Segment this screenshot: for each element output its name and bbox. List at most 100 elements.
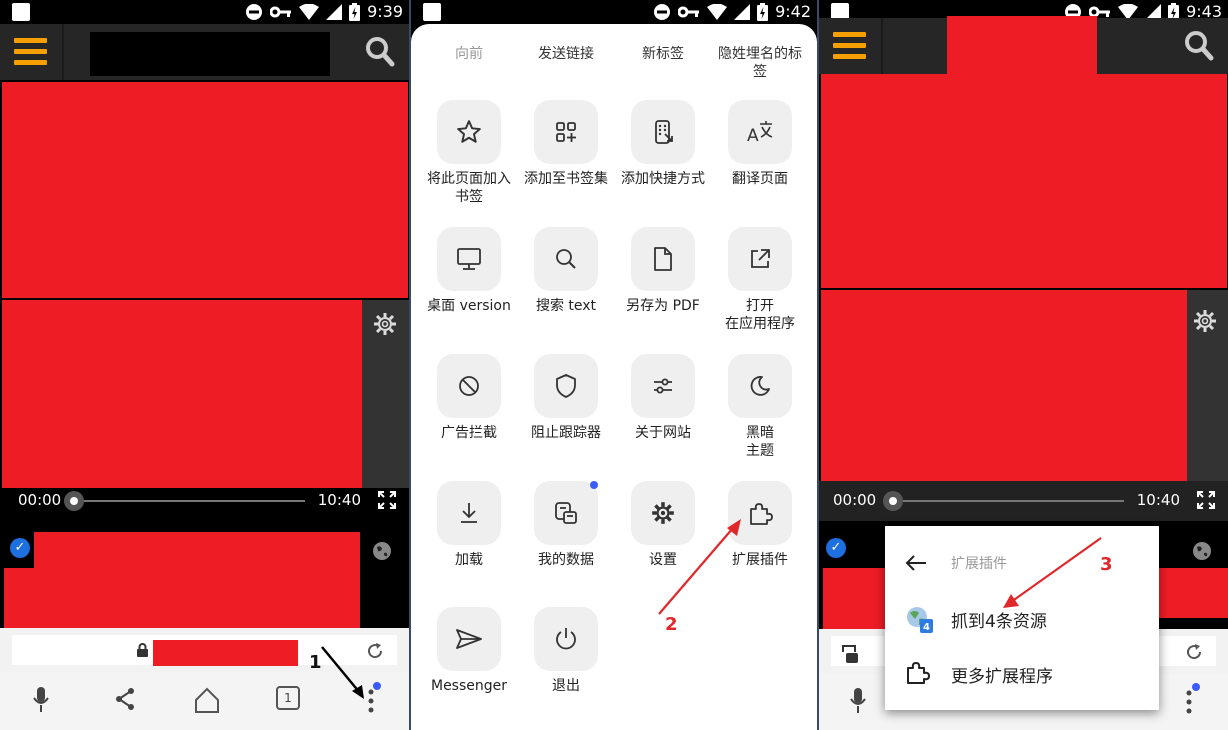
video-total-time: 10:40: [1136, 491, 1180, 509]
reload-icon[interactable]: [366, 642, 384, 660]
redacted-content: [821, 74, 1227, 288]
open-external-icon: [751, 249, 770, 268]
search-icon: [556, 249, 576, 269]
vpn-key-icon: [270, 5, 292, 19]
status-bar: 9:39: [0, 0, 409, 24]
menu-item-site-info[interactable]: 关于网站: [615, 354, 711, 442]
video-seek-handle[interactable]: [883, 491, 903, 511]
menu-item-downloads[interactable]: 加载: [421, 481, 517, 569]
video-settings-gear-icon[interactable]: [1193, 309, 1217, 333]
divider: [62, 24, 64, 80]
sliders-icon: [654, 378, 672, 394]
menu-item-translate-page[interactable]: A 翻译页面: [712, 100, 808, 188]
notification-dot: [1192, 683, 1200, 691]
lock-icon: [137, 643, 148, 657]
menu-item-messenger[interactable]: Messenger: [421, 607, 517, 695]
more-extensions-item[interactable]: 更多扩展程序: [885, 648, 1159, 698]
menu-label: 打开 在应用程序: [725, 298, 795, 332]
menu-label: 阻止跟踪器: [531, 425, 601, 441]
microphone-icon[interactable]: [32, 686, 50, 714]
pdf-icon: [654, 247, 672, 271]
redacted-title: [90, 32, 330, 76]
menu-item-open-in-app[interactable]: 打开 在应用程序: [712, 227, 808, 333]
video-current-time: 00:00: [833, 491, 877, 509]
battery-icon: [349, 2, 361, 21]
menu-item-save-as-pdf[interactable]: 另存为 PDF: [615, 227, 711, 315]
home-icon[interactable]: [193, 686, 221, 714]
redacted-video: [2, 300, 362, 488]
screenshot-panel-3: 9:43 00:00 10:40 ✓ 扩展插件 4 抓到4条资源 更多扩展程序 …: [819, 0, 1228, 730]
menu-label: 退出: [552, 678, 580, 694]
menu-label: 搜索 text: [535, 298, 597, 314]
menu-item-my-data[interactable]: 我的数据: [518, 481, 614, 569]
site-header: [0, 24, 409, 80]
menu-item-incognito-tab[interactable]: 隐姓埋名的标签: [712, 45, 808, 81]
menu-item-ad-block[interactable]: 广告拦截: [421, 354, 517, 442]
divider: [881, 18, 883, 74]
menu-label: 翻译页面: [732, 171, 788, 187]
redacted-content: [2, 82, 408, 298]
tab-counter[interactable]: 1: [276, 686, 300, 710]
menu-item-find-in-page[interactable]: 搜索 text: [518, 227, 614, 315]
video-seek-handle[interactable]: [64, 491, 84, 511]
menu-item-tracker-block[interactable]: 阻止跟踪器: [518, 354, 614, 442]
dnd-icon: [653, 3, 671, 21]
video-settings-gear-icon[interactable]: [373, 312, 397, 336]
menu-hamburger-icon[interactable]: [14, 38, 47, 66]
signal-icon: [326, 3, 343, 20]
annotation-number: 2: [665, 614, 678, 635]
notification-dot: [590, 481, 598, 489]
video-current-time: 00:00: [18, 491, 62, 509]
redacted-title: [947, 16, 1097, 74]
annotation-arrow: [658, 519, 741, 615]
notification-icon: [12, 3, 30, 21]
search-icon[interactable]: [365, 36, 395, 68]
menu-item-add-shortcut[interactable]: 添加快捷方式: [615, 100, 711, 188]
menu-label: 另存为 PDF: [626, 298, 700, 314]
share-icon[interactable]: [114, 686, 136, 712]
status-time: 9:42: [775, 2, 811, 21]
redacted-description: [4, 568, 360, 630]
menu-item-add-to-collection[interactable]: 添加至书签集: [518, 100, 614, 188]
fullscreen-icon[interactable]: [377, 490, 397, 510]
wifi-icon: [299, 3, 320, 20]
back-arrow-icon[interactable]: [905, 554, 927, 572]
power-icon: [556, 628, 576, 650]
menu-label: 我的数据: [538, 552, 594, 568]
site-permissions-icon[interactable]: [839, 642, 861, 664]
globe-icon[interactable]: [372, 541, 392, 561]
annotation-number: 3: [1100, 554, 1113, 575]
menu-item-desktop-version[interactable]: 桌面 version: [421, 227, 517, 315]
block-icon: [459, 376, 479, 396]
redacted-description: [1159, 568, 1228, 618]
menu-item-new-tab[interactable]: 新标签: [615, 45, 711, 63]
send-icon: [456, 629, 482, 649]
wifi-icon: [707, 3, 728, 20]
video-seekbar[interactable]: [76, 500, 305, 502]
verified-check-icon: ✓: [826, 538, 846, 558]
verified-check-icon: ✓: [10, 538, 30, 558]
menu-label: 添加至书签集: [524, 171, 608, 187]
search-icon[interactable]: [1184, 30, 1214, 62]
menu-item-send-link[interactable]: 发送链接: [518, 45, 614, 63]
menu-label: 黑暗 主题: [746, 425, 774, 459]
browser-menu-sheet: 向前 发送链接 新标签 隐姓埋名的标签 将此页面加入书签 添加至书签集 添加快捷…: [411, 24, 817, 730]
menu-item-forward[interactable]: 向前: [421, 45, 517, 63]
menu-hamburger-icon[interactable]: [833, 32, 866, 60]
video-seekbar[interactable]: [895, 500, 1124, 502]
menu-item-bookmark-page[interactable]: 将此页面加入书签: [421, 100, 517, 206]
globe-icon[interactable]: [1192, 541, 1212, 561]
microphone-icon[interactable]: [849, 687, 867, 715]
reload-icon[interactable]: [1185, 643, 1203, 661]
annotation-arrow: [1003, 537, 1102, 608]
menu-label: 关于网站: [635, 425, 691, 441]
notification-icon: [423, 3, 441, 21]
menu-item-exit[interactable]: 退出: [518, 607, 614, 695]
redacted-title-line: [34, 532, 360, 572]
menu-item-dark-theme[interactable]: 黑暗 主题: [712, 354, 808, 460]
video-controls: 00:00 10:40: [819, 481, 1228, 521]
menu-label: 广告拦截: [441, 425, 497, 441]
menu-label: 将此页面加入书签: [427, 171, 511, 205]
resource-count-badge: 4: [923, 622, 930, 633]
fullscreen-icon[interactable]: [1196, 490, 1216, 510]
